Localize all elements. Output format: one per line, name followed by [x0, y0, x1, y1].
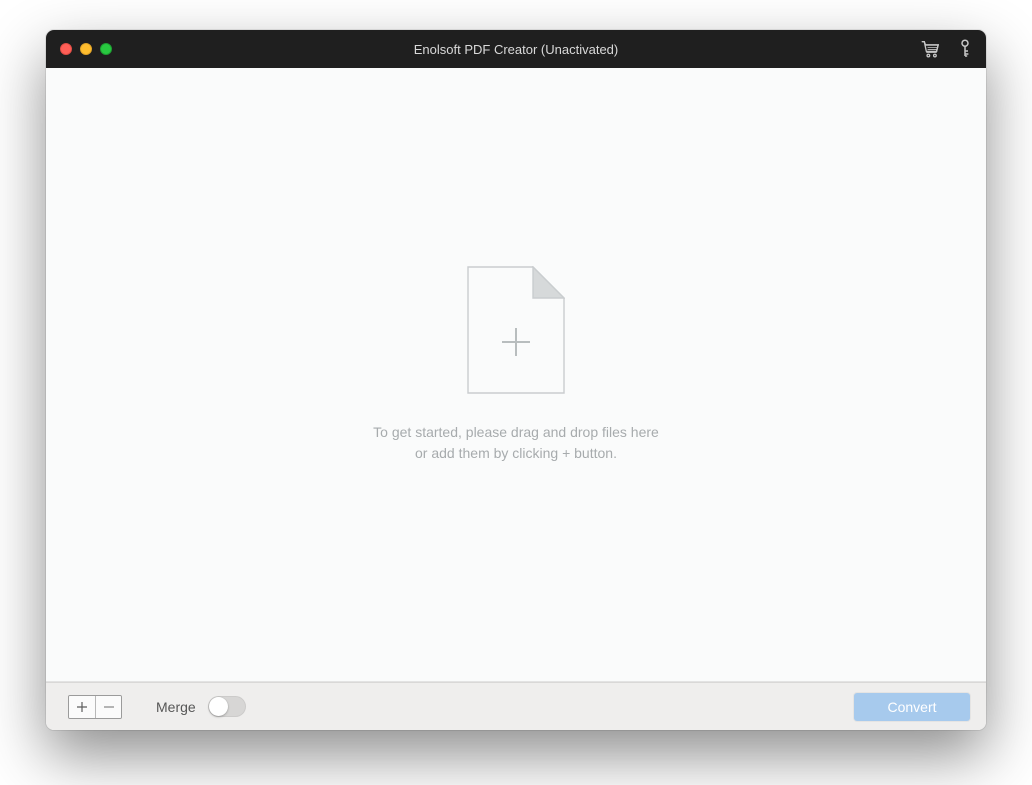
merge-control: Merge: [156, 696, 246, 717]
toggle-knob: [209, 697, 228, 716]
minimize-window-button[interactable]: [80, 43, 92, 55]
empty-state-text: To get started, please drag and drop fil…: [373, 422, 659, 463]
remove-file-button[interactable]: [95, 696, 121, 718]
cart-icon[interactable]: [920, 40, 940, 58]
titlebar-right: [920, 39, 972, 59]
convert-button[interactable]: Convert: [854, 693, 970, 721]
app-window: Enolsoft PDF Creator (Unactivated): [46, 30, 986, 730]
drop-zone[interactable]: To get started, please drag and drop fil…: [46, 68, 986, 682]
empty-state-line1: To get started, please drag and drop fil…: [373, 422, 659, 442]
footer: Merge Convert: [46, 682, 986, 730]
key-icon[interactable]: [958, 39, 972, 59]
merge-label: Merge: [156, 699, 196, 715]
empty-state-line2: or add them by clicking + button.: [373, 443, 659, 463]
titlebar: Enolsoft PDF Creator (Unactivated): [46, 30, 986, 68]
merge-toggle[interactable]: [208, 696, 246, 717]
add-document-icon: [467, 266, 565, 394]
window-title: Enolsoft PDF Creator (Unactivated): [46, 42, 986, 57]
window-controls: [60, 43, 112, 55]
zoom-window-button[interactable]: [100, 43, 112, 55]
add-remove-segment: [68, 695, 122, 719]
add-file-button[interactable]: [69, 696, 95, 718]
close-window-button[interactable]: [60, 43, 72, 55]
empty-state: To get started, please drag and drop fil…: [373, 266, 659, 463]
